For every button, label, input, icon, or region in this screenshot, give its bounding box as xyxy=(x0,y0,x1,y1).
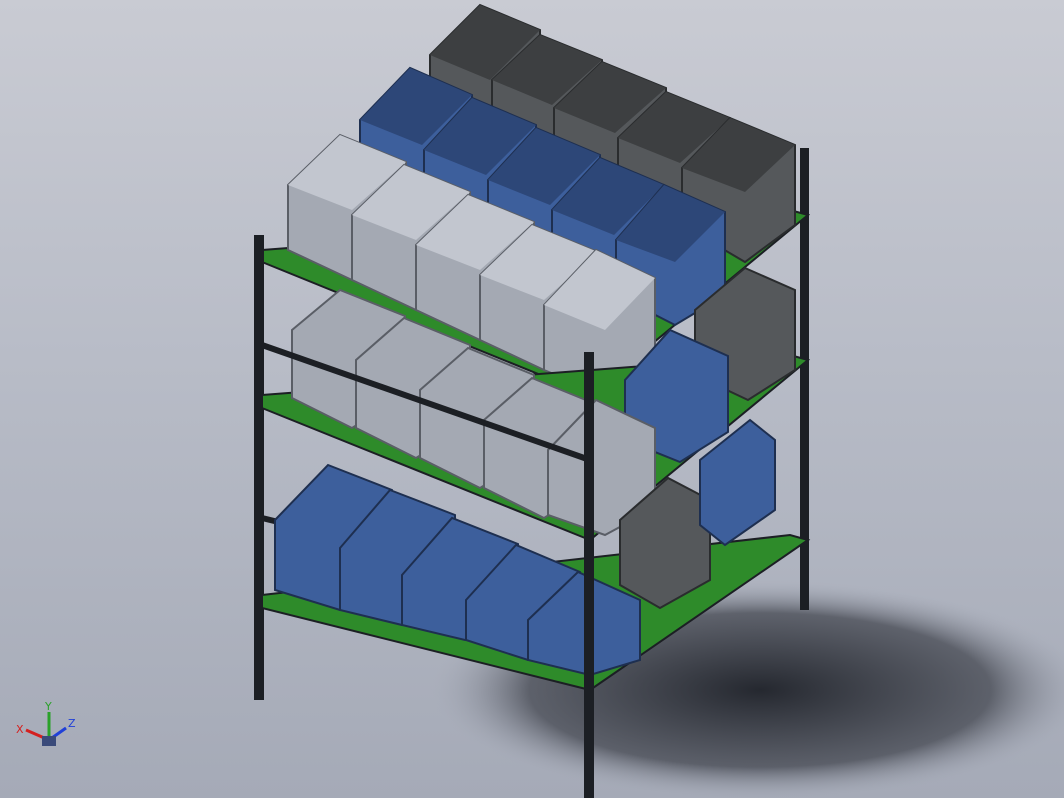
rack-post-front-left[interactable] xyxy=(254,235,264,700)
triad-origin-cube xyxy=(42,736,56,746)
axis-triad: X Y Z xyxy=(16,700,76,746)
rack-post-front-right[interactable] xyxy=(584,352,594,798)
z-axis-label: Z xyxy=(68,717,76,730)
x-axis-label: X xyxy=(16,723,24,736)
cad-viewport[interactable]: X Y Z xyxy=(0,0,1064,798)
rack-model-scene[interactable] xyxy=(0,0,1064,798)
y-axis-label: Y xyxy=(44,700,52,713)
